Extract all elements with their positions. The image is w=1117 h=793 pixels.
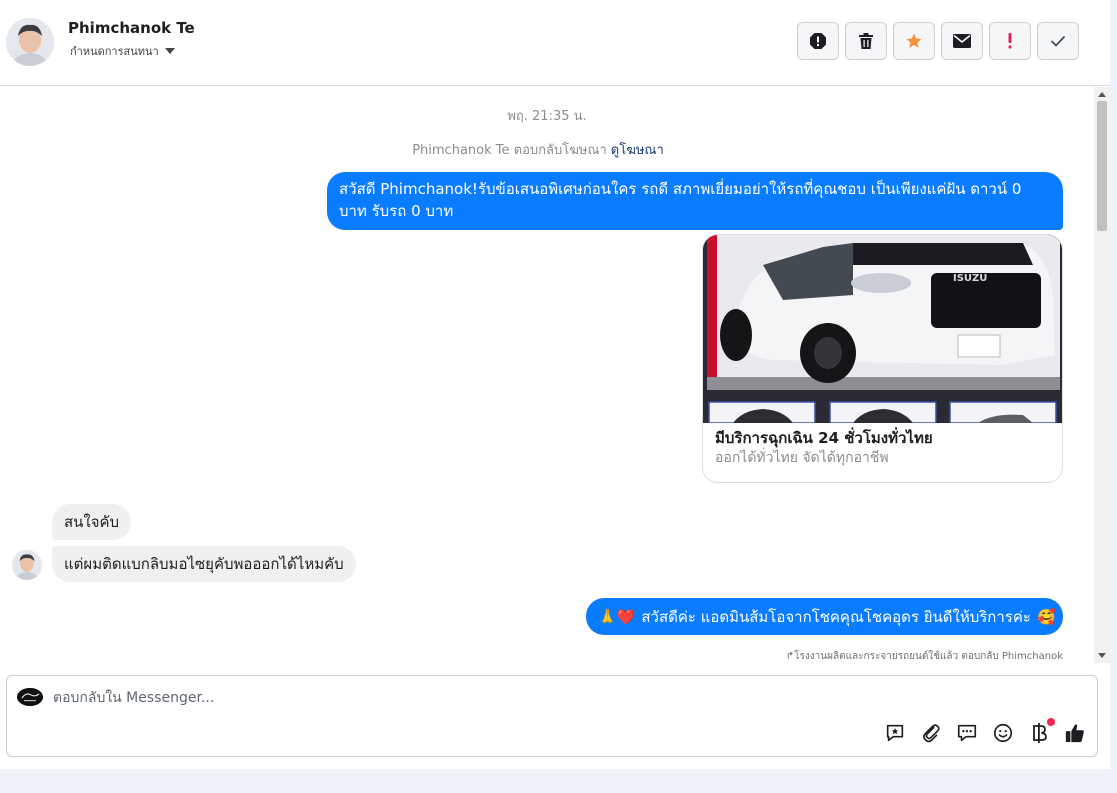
baht-icon: [1033, 723, 1047, 743]
conversation-panel: Phimchanok Te กำหนดการสนทนา พฤ. 21:35 น.…: [0, 0, 1110, 769]
sender-avatar[interactable]: [12, 550, 42, 580]
follow-up-button[interactable]: [989, 22, 1031, 60]
ad-card[interactable]: ISUZU มีบริการฉุกเฉิน 24 ชั่วโมงทั่วไทย: [702, 234, 1063, 483]
ad-image: ISUZU: [703, 235, 1062, 423]
star-button[interactable]: [893, 22, 935, 60]
incoming-message[interactable]: สนใจคับ: [52, 504, 132, 540]
ad-reply-text: Phimchanok Te ตอบกลับโฆษณา: [412, 143, 607, 158]
message-composer: [6, 675, 1098, 757]
message-text: สนใจคับ: [64, 513, 120, 531]
contact-name: Phimchanok Te: [68, 19, 195, 37]
caret-down-icon: [164, 48, 175, 54]
star-icon: [906, 33, 922, 48]
outgoing-message[interactable]: 🙏❤️ สวัสดีค่ะ แอดมินส้มโอจากโชคคุณโชคอุด…: [586, 598, 1063, 635]
saved-replies-button[interactable]: [883, 721, 907, 745]
notification-dot: [1047, 718, 1055, 726]
mark-unread-button[interactable]: [941, 22, 983, 60]
mark-done-button[interactable]: [1037, 22, 1079, 60]
emoji-icon: [993, 723, 1013, 743]
message-text: สวัสดีค่ะ แอดมินส้มโอจากโชคคุณโชคอุดร ยิ…: [641, 607, 1031, 626]
like-button[interactable]: [1063, 721, 1087, 745]
reply-input[interactable]: [53, 688, 1083, 708]
thread-scrollbar[interactable]: [1094, 87, 1110, 663]
message-thread: พฤ. 21:35 น. Phimchanok Te ตอบกลับโฆษณา ด…: [0, 87, 1094, 663]
conversation-header: Phimchanok Te กำหนดการสนทนา: [0, 0, 1110, 86]
emoji-button[interactable]: [991, 721, 1015, 745]
incoming-message[interactable]: แต่ผมติดแบกลิบมอไซยุคับพอออกได้ไหมคับ: [52, 546, 356, 582]
assign-label: กำหนดการสนทนา: [70, 45, 159, 58]
attach-file-button[interactable]: [919, 721, 943, 745]
sent-by-label: ↱โรงงานผลิตและกระจายรถยนต์ใช้แล้ว ตอบกลั…: [785, 651, 1063, 662]
emoji-prefix: 🙏❤️: [598, 607, 636, 626]
ad-reply-notice: Phimchanok Te ตอบกลับโฆษณา ดูโฆษณา: [0, 139, 1076, 160]
alert-octagon-icon: [810, 33, 826, 49]
message-text: แต่ผมติดแบกลิบมอไซยุคับพอออกได้ไหมคับ: [64, 555, 344, 573]
scrollbar-thumb[interactable]: [1097, 101, 1107, 231]
message-text: สวัสดี Phimchanok!รับข้อเสนอพิเศษก่อนใคร…: [339, 180, 1022, 220]
emoji-suffix: 🥰: [1036, 607, 1056, 626]
contact-avatar[interactable]: [6, 18, 54, 66]
spam-button[interactable]: [797, 22, 839, 60]
delete-button[interactable]: [845, 22, 887, 60]
conversation-toolbar: [797, 22, 1079, 60]
page-logo: [17, 688, 43, 706]
check-icon: [1050, 35, 1066, 47]
saved-reply-icon: [886, 724, 904, 742]
thumbs-up-icon: [1065, 724, 1084, 743]
quick-replies-button[interactable]: [955, 721, 979, 745]
ad-image-brand: ISUZU: [953, 273, 987, 284]
envelope-icon: [953, 34, 971, 48]
composer-toolbar: [883, 718, 1087, 745]
scroll-up-arrow-icon[interactable]: [1098, 92, 1106, 97]
payment-button[interactable]: [1027, 718, 1055, 745]
ad-subtitle: ออกได้ทั่วไทย จัดได้ทุกอาชีพ: [715, 450, 889, 466]
message-timestamp: พฤ. 21:35 น.: [507, 109, 587, 124]
outgoing-message[interactable]: สวัสดี Phimchanok!รับข้อเสนอพิเศษก่อนใคร…: [327, 172, 1063, 230]
paperclip-icon: [923, 724, 940, 743]
scroll-down-arrow-icon[interactable]: [1098, 653, 1106, 658]
trash-icon: [859, 33, 873, 49]
chat-bubbles-icon: [957, 724, 977, 742]
assign-conversation-dropdown[interactable]: กำหนดการสนทนา: [70, 42, 175, 60]
view-ad-link[interactable]: ดูโฆษณา: [611, 143, 664, 158]
exclamation-icon: [1008, 33, 1012, 49]
